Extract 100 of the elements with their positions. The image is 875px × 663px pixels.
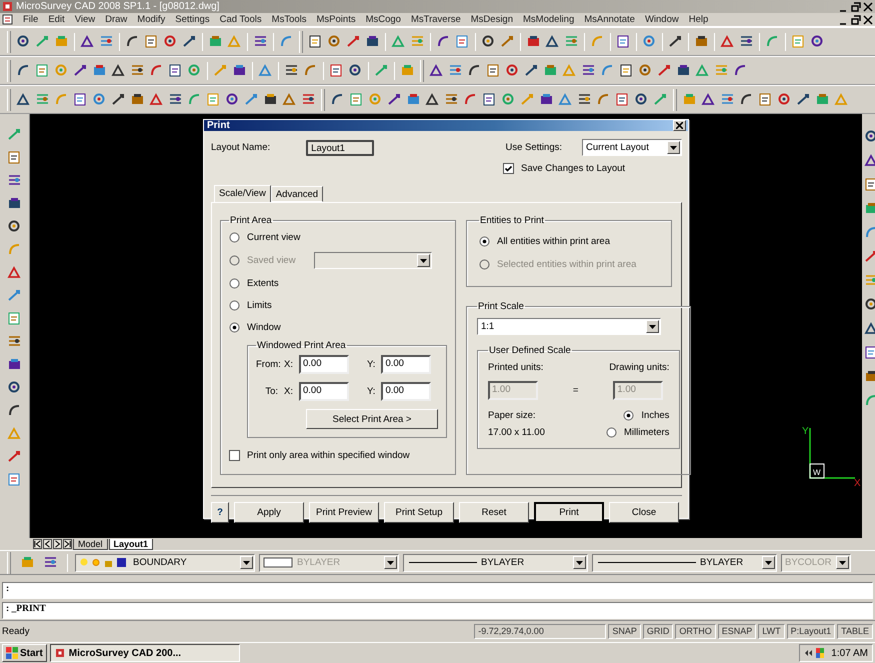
triangle-icon[interactable] bbox=[16, 92, 31, 107]
arrow-icon[interactable] bbox=[182, 34, 197, 49]
arrow-icon[interactable] bbox=[73, 63, 88, 78]
triangle-icon[interactable] bbox=[111, 63, 126, 78]
from-y-field[interactable]: 0.00 bbox=[381, 355, 432, 374]
document-icon[interactable] bbox=[7, 472, 22, 486]
target-icon[interactable] bbox=[481, 34, 496, 49]
restore-icon[interactable] bbox=[851, 2, 861, 12]
close-icon[interactable] bbox=[863, 14, 873, 24]
tab-nav-icon[interactable] bbox=[63, 539, 72, 549]
list-icon[interactable] bbox=[444, 92, 459, 107]
checkbox[interactable] bbox=[503, 163, 514, 174]
arrow-icon[interactable] bbox=[668, 34, 683, 49]
document-icon[interactable] bbox=[482, 92, 497, 107]
lineweight-dropdown[interactable]: BYLAYER bbox=[592, 554, 777, 572]
list-icon[interactable] bbox=[448, 63, 463, 78]
print-scale-dropdown[interactable]: 1:1 bbox=[477, 318, 661, 335]
radio-option[interactable]: Window bbox=[229, 320, 281, 335]
radio-option[interactable]: Millimeters bbox=[606, 425, 670, 440]
menu-item[interactable]: MsTools bbox=[272, 14, 307, 25]
dialog-button[interactable]: Close bbox=[609, 502, 679, 523]
arc-icon[interactable] bbox=[463, 92, 478, 107]
triangle-icon[interactable] bbox=[7, 264, 22, 280]
arc-icon[interactable] bbox=[436, 34, 451, 49]
dialog-button[interactable]: Print Setup bbox=[384, 502, 454, 523]
arc-icon[interactable] bbox=[467, 63, 482, 78]
arrow-icon[interactable] bbox=[524, 63, 539, 78]
status-toggle[interactable]: P:Layout1 bbox=[786, 624, 836, 639]
document-icon[interactable] bbox=[864, 344, 875, 360]
menu-item[interactable]: File bbox=[23, 14, 38, 25]
menu-item[interactable]: View bbox=[74, 14, 96, 25]
menu-item[interactable]: MsDesign bbox=[470, 14, 514, 25]
menu-item[interactable]: MsAnnotate bbox=[584, 14, 635, 25]
menu-item[interactable]: Modify bbox=[137, 14, 166, 25]
to-y-field[interactable]: 0.00 bbox=[381, 382, 432, 401]
status-toggle[interactable]: ORTHO bbox=[675, 624, 716, 639]
status-toggle[interactable]: SNAP bbox=[608, 624, 641, 639]
box-icon[interactable] bbox=[263, 92, 278, 107]
status-toggle[interactable]: ESNAP bbox=[718, 624, 756, 639]
target-icon[interactable] bbox=[7, 218, 22, 234]
saved-view-dropdown[interactable] bbox=[314, 252, 432, 269]
document-icon[interactable] bbox=[619, 63, 634, 78]
from-x-field[interactable]: 0.00 bbox=[298, 355, 349, 374]
arc-icon[interactable] bbox=[330, 92, 345, 107]
radio-button[interactable] bbox=[229, 278, 240, 289]
close-icon[interactable] bbox=[863, 2, 873, 12]
triangle-icon[interactable] bbox=[720, 34, 735, 49]
list-icon[interactable] bbox=[43, 555, 58, 570]
arrow-icon[interactable] bbox=[387, 92, 402, 107]
box-icon[interactable] bbox=[232, 63, 247, 78]
target-icon[interactable] bbox=[163, 34, 178, 49]
arrow-icon[interactable] bbox=[657, 63, 672, 78]
list-icon[interactable] bbox=[739, 34, 754, 49]
document-icon[interactable] bbox=[758, 92, 773, 107]
list-icon[interactable] bbox=[168, 92, 183, 107]
status-toggle[interactable]: TABLE bbox=[837, 624, 873, 639]
radio-button[interactable] bbox=[479, 236, 490, 247]
save-changes-option[interactable]: Save Changes to Layout bbox=[503, 161, 626, 176]
help-button[interactable]: ? bbox=[211, 502, 229, 523]
arc-icon[interactable] bbox=[733, 63, 748, 78]
box-icon[interactable] bbox=[864, 368, 875, 384]
document-icon[interactable] bbox=[616, 34, 631, 49]
box-icon[interactable] bbox=[526, 34, 541, 49]
document-icon[interactable] bbox=[7, 150, 22, 164]
arc-icon[interactable] bbox=[16, 63, 31, 78]
list-icon[interactable] bbox=[581, 63, 596, 78]
document-icon[interactable] bbox=[73, 92, 88, 107]
box-icon[interactable] bbox=[130, 92, 145, 107]
document-icon[interactable] bbox=[329, 63, 344, 78]
arrow-icon[interactable] bbox=[796, 92, 811, 107]
list-icon[interactable] bbox=[130, 63, 145, 78]
document-icon[interactable] bbox=[864, 176, 875, 192]
menu-item[interactable]: Window bbox=[644, 14, 679, 25]
box-icon[interactable] bbox=[7, 196, 22, 210]
target-icon[interactable] bbox=[777, 92, 792, 107]
target-icon[interactable] bbox=[7, 380, 22, 394]
dialog-button[interactable]: Print Preview bbox=[309, 502, 379, 523]
taskbar-button[interactable]: MicroSurvey CAD 200... bbox=[50, 644, 240, 662]
start-button[interactable]: Start bbox=[2, 644, 47, 662]
document-icon[interactable] bbox=[455, 34, 470, 49]
tab-nav-icon[interactable] bbox=[53, 539, 62, 549]
box-icon[interactable] bbox=[694, 34, 709, 49]
triangle-icon[interactable] bbox=[701, 92, 716, 107]
dialog-tab[interactable]: Advanced bbox=[270, 186, 324, 202]
list-icon[interactable] bbox=[253, 34, 268, 49]
radio-option[interactable]: Extents bbox=[229, 276, 279, 291]
target-icon[interactable] bbox=[864, 296, 875, 312]
status-toggle[interactable]: GRID bbox=[642, 624, 674, 639]
box-icon[interactable] bbox=[7, 356, 22, 372]
list-icon[interactable] bbox=[284, 63, 299, 78]
list-icon[interactable] bbox=[720, 92, 735, 107]
arc-icon[interactable] bbox=[125, 34, 140, 49]
menu-item[interactable]: MsCogo bbox=[366, 14, 401, 25]
settings-dropdown[interactable]: Current Layout bbox=[582, 139, 682, 156]
triangle-icon[interactable] bbox=[864, 320, 875, 336]
dialog-tab[interactable]: Scale/View bbox=[214, 185, 271, 203]
radio-button[interactable] bbox=[229, 322, 240, 333]
target-icon[interactable] bbox=[505, 63, 520, 78]
layout-tab[interactable]: Model bbox=[73, 538, 108, 550]
menu-item[interactable]: Cad Tools bbox=[220, 14, 262, 25]
